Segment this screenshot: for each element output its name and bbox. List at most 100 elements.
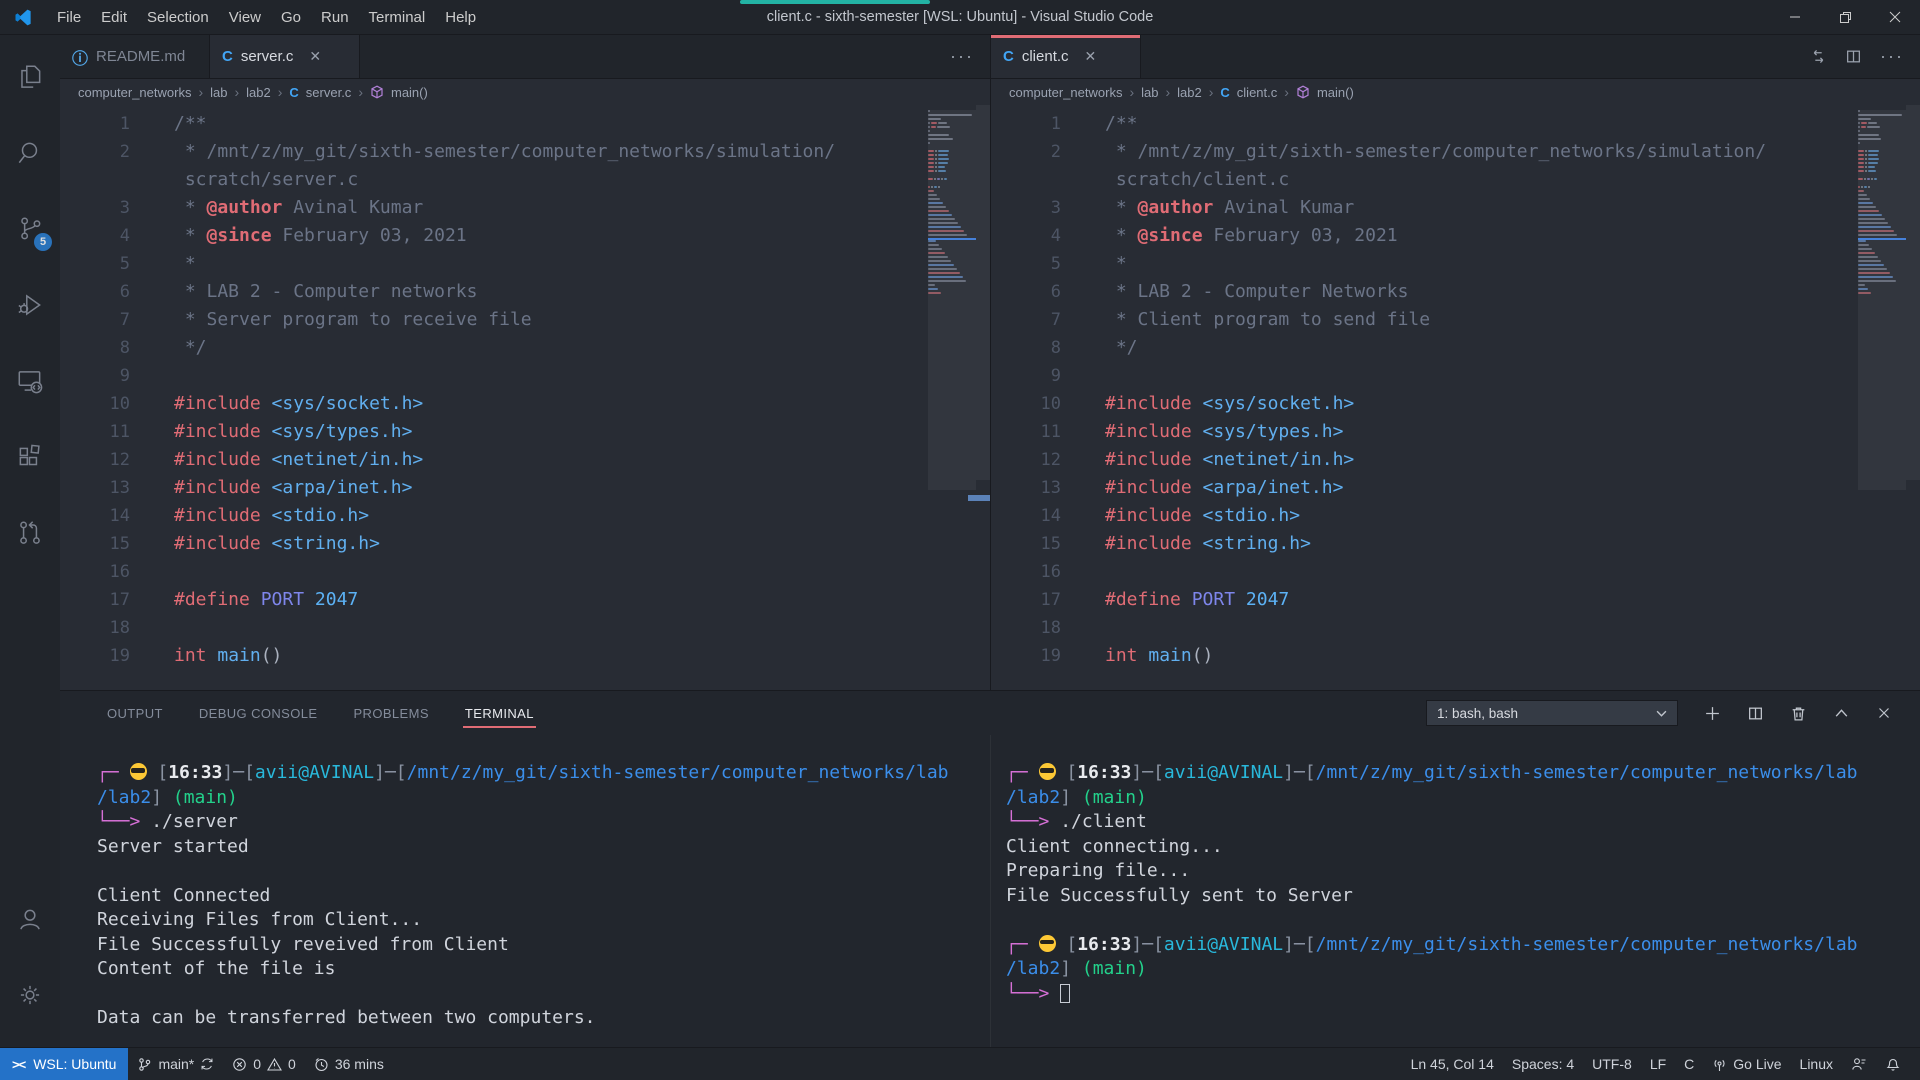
more-actions-icon[interactable]: ··· bbox=[1880, 46, 1904, 67]
close-tab-icon[interactable]: ✕ bbox=[1085, 48, 1097, 65]
menu-file[interactable]: File bbox=[47, 0, 91, 35]
code-line: 5 * bbox=[991, 250, 1920, 278]
extensions-icon[interactable] bbox=[6, 433, 54, 481]
breadcrumb-item[interactable]: main() bbox=[1317, 85, 1354, 100]
error-count: 0 bbox=[253, 1056, 261, 1072]
code-line: 19int main() bbox=[60, 642, 990, 670]
code-line: 9 bbox=[991, 362, 1920, 390]
problems-status[interactable]: 0 0 bbox=[223, 1048, 305, 1080]
git-branch-status[interactable]: main* bbox=[128, 1048, 223, 1080]
github-pull-requests-icon[interactable] bbox=[6, 509, 54, 557]
code-line: 6 * LAB 2 - Computer networks bbox=[60, 278, 990, 306]
breadcrumb-item[interactable]: lab bbox=[210, 85, 227, 100]
minimap[interactable] bbox=[1858, 110, 1906, 510]
menu-help[interactable]: Help bbox=[435, 0, 486, 35]
close-panel-icon[interactable] bbox=[1876, 705, 1892, 721]
open-changes-icon[interactable] bbox=[1810, 48, 1827, 65]
new-terminal-icon[interactable] bbox=[1704, 705, 1721, 722]
source-control-icon[interactable]: 5 bbox=[6, 205, 54, 253]
go-live-button[interactable]: Go Live bbox=[1703, 1048, 1790, 1080]
code-line: 3 * @author Avinal Kumar bbox=[60, 194, 990, 222]
panel-tab-output[interactable]: OUTPUT bbox=[105, 700, 165, 727]
settings-gear-icon[interactable] bbox=[6, 971, 54, 1019]
code-editor-client-c[interactable]: 1/**2 * /mnt/z/my_git/sixth-semester/com… bbox=[991, 105, 1920, 690]
panel-tab-problems[interactable]: PROBLEMS bbox=[351, 700, 430, 727]
indentation[interactable]: Spaces: 4 bbox=[1503, 1048, 1583, 1080]
menu-terminal[interactable]: Terminal bbox=[359, 0, 436, 35]
close-window-button[interactable] bbox=[1870, 0, 1920, 35]
split-terminal-icon[interactable] bbox=[1747, 705, 1764, 722]
run-and-debug-icon[interactable] bbox=[6, 281, 54, 329]
minimap-slider[interactable] bbox=[928, 110, 976, 490]
terminal-line: /lab2] (main) bbox=[1006, 786, 1920, 811]
terminal-line: Server started bbox=[97, 835, 990, 860]
terminal-picker-dropdown[interactable]: 1: bash, bash bbox=[1426, 700, 1678, 726]
progress-strip bbox=[740, 0, 930, 4]
timer-status[interactable]: 36 mins bbox=[305, 1048, 393, 1080]
remote-label: WSL: Ubuntu bbox=[33, 1056, 116, 1072]
maximize-panel-icon[interactable] bbox=[1833, 705, 1850, 722]
symbol-method-icon bbox=[1296, 85, 1310, 99]
language-mode[interactable]: C bbox=[1675, 1048, 1703, 1080]
minimap-slider[interactable] bbox=[1858, 110, 1906, 490]
code-line: 17#define PORT 2047 bbox=[60, 586, 990, 614]
breadcrumb-item[interactable]: computer_networks bbox=[78, 85, 191, 100]
split-editor-icon[interactable] bbox=[1845, 48, 1862, 65]
terminal-line: └──> bbox=[1006, 982, 1920, 1007]
close-tab-icon[interactable]: ✕ bbox=[309, 48, 321, 65]
feedback-button[interactable] bbox=[1842, 1048, 1876, 1080]
tab-label: server.c bbox=[241, 48, 294, 65]
breadcrumb-item[interactable]: lab2 bbox=[246, 85, 271, 100]
editor-scrollbar[interactable] bbox=[1906, 105, 1920, 480]
status-bar: >< WSL: Ubuntu main* 0 0 36 mins Ln 45, … bbox=[0, 1047, 1920, 1080]
kill-terminal-trash-icon[interactable] bbox=[1790, 705, 1807, 722]
breadcrumb-item[interactable]: client.c bbox=[1237, 85, 1277, 100]
minimap[interactable] bbox=[928, 110, 976, 510]
breadcrumb-item[interactable]: main() bbox=[391, 85, 428, 100]
c-file-icon: C bbox=[222, 48, 233, 65]
remote-explorer-icon[interactable] bbox=[6, 357, 54, 405]
panel-tab-terminal[interactable]: TERMINAL bbox=[463, 700, 536, 727]
panel-tab-debug-console[interactable]: DEBUG CONSOLE bbox=[197, 700, 320, 727]
info-icon: ⓘ bbox=[72, 45, 88, 69]
tab-client-c[interactable]: C client.c ✕ bbox=[991, 35, 1141, 78]
breadcrumb-item[interactable]: computer_networks bbox=[1009, 85, 1122, 100]
broadcast-icon bbox=[1712, 1057, 1727, 1072]
minimize-button[interactable] bbox=[1770, 0, 1820, 35]
menu-edit[interactable]: Edit bbox=[91, 0, 137, 35]
remote-indicator[interactable]: >< WSL: Ubuntu bbox=[0, 1048, 128, 1080]
notifications-bell[interactable] bbox=[1876, 1048, 1910, 1080]
breadcrumb-right: computer_networks› lab› lab2› C client.c… bbox=[991, 79, 1920, 105]
terminal-server[interactable]: ┌─ [16:33]─[avii@AVINAL]─[/mnt/z/my_git/… bbox=[60, 735, 990, 1047]
menu-run[interactable]: Run bbox=[311, 0, 359, 35]
menu-selection[interactable]: Selection bbox=[137, 0, 219, 35]
encoding[interactable]: UTF-8 bbox=[1583, 1048, 1641, 1080]
os-indicator[interactable]: Linux bbox=[1791, 1048, 1842, 1080]
timer-label: 36 mins bbox=[335, 1056, 384, 1072]
search-icon[interactable] bbox=[6, 129, 54, 177]
explorer-icon[interactable] bbox=[6, 53, 54, 101]
terminal-line: ┌─ [16:33]─[avii@AVINAL]─[/mnt/z/my_git/… bbox=[1006, 933, 1920, 958]
terminal-line: Client connecting... bbox=[1006, 835, 1920, 860]
bell-icon bbox=[1885, 1056, 1901, 1072]
breadcrumb-item[interactable]: lab bbox=[1141, 85, 1158, 100]
menu-go[interactable]: Go bbox=[271, 0, 311, 35]
c-file-icon: C bbox=[1220, 85, 1229, 100]
editor-scrollbar[interactable] bbox=[976, 105, 990, 480]
terminal-line: Data can be transferred between two comp… bbox=[97, 1006, 990, 1031]
tab-readme-md[interactable]: ⓘ README.md bbox=[60, 35, 210, 78]
restore-button[interactable] bbox=[1820, 0, 1870, 35]
breadcrumb-item[interactable]: server.c bbox=[306, 85, 352, 100]
eol-sequence[interactable]: LF bbox=[1641, 1048, 1675, 1080]
account-icon[interactable] bbox=[6, 895, 54, 943]
breadcrumb-item[interactable]: lab2 bbox=[1177, 85, 1202, 100]
feedback-icon bbox=[1851, 1056, 1867, 1072]
menu-view[interactable]: View bbox=[219, 0, 271, 35]
more-actions-icon[interactable]: ··· bbox=[950, 46, 974, 67]
breadcrumb-left: computer_networks› lab› lab2› C server.c… bbox=[60, 79, 990, 105]
tab-server-c[interactable]: C server.c ✕ bbox=[210, 35, 360, 78]
terminal-client[interactable]: ┌─ [16:33]─[avii@AVINAL]─[/mnt/z/my_git/… bbox=[990, 735, 1920, 1047]
tab-bar-left: ⓘ README.md C server.c ✕ ··· bbox=[60, 35, 990, 79]
code-editor-server-c[interactable]: 1/**2 * /mnt/z/my_git/sixth-semester/com… bbox=[60, 105, 990, 690]
cursor-position[interactable]: Ln 45, Col 14 bbox=[1402, 1048, 1503, 1080]
